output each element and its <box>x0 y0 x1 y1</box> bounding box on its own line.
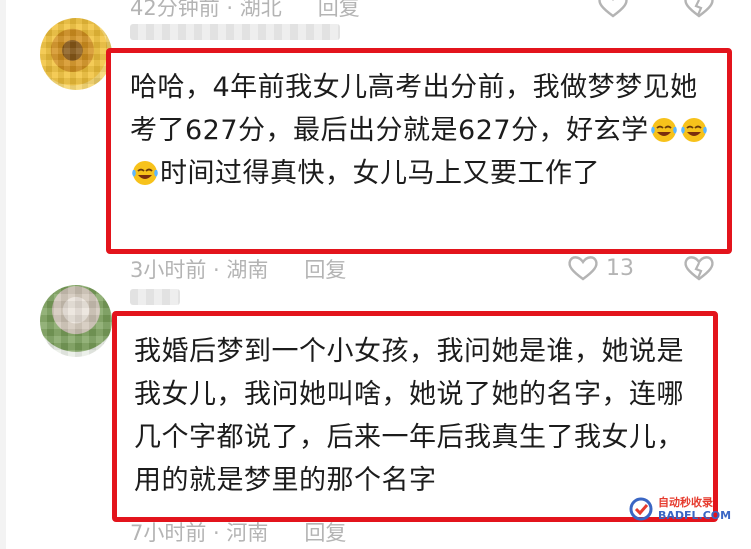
broken-heart-icon <box>684 0 714 18</box>
comment-time-location: 7小时前 · 河南 <box>130 521 269 545</box>
comment-meta-row: 3小时前 · 湖南 回复 <box>130 254 346 284</box>
heart-icon <box>568 256 598 281</box>
comment-time-location: 42分钟前 · 湖北 <box>130 0 282 20</box>
laughing-tears-emoji-icon <box>132 161 158 185</box>
comment-text: 我婚后梦到一个小女孩，我问她是谁，她说是我女儿，我问她叫啥，她说了她的名字，连哪… <box>134 336 684 496</box>
avatar[interactable] <box>40 18 112 90</box>
comment-meta-row: 42分钟前 · 湖北 回复 <box>130 0 360 22</box>
reply-button[interactable]: 回复 <box>318 0 360 22</box>
reply-button[interactable]: 回复 <box>304 517 346 547</box>
avatar[interactable] <box>40 285 112 357</box>
username-blurred <box>130 289 180 305</box>
watermark-logo-icon <box>629 497 653 521</box>
username-blurred <box>130 24 340 40</box>
broken-heart-icon <box>684 256 714 281</box>
comment-text-part: 哈哈，4年前我女儿高考出分前，我做梦梦见她考了627分，最后出分就是627分，好… <box>130 72 698 146</box>
like-button[interactable] <box>596 0 630 18</box>
reply-button[interactable]: 回复 <box>304 254 346 284</box>
site-watermark: 自动秒收录 BADFL.COM <box>628 489 748 529</box>
comment-meta-row: 7小时前 · 河南 回复 <box>130 517 346 547</box>
comment-text-part: 时间过得真快，女儿马上又要工作了 <box>160 158 600 189</box>
watermark-url: BADFL.COM <box>658 509 732 522</box>
watermark-title: 自动秒收录 <box>658 496 713 509</box>
dislike-button[interactable] <box>682 254 716 282</box>
laughing-tears-emoji-icon <box>680 118 707 142</box>
heart-icon <box>598 0 628 18</box>
like-count: 13 <box>606 255 634 281</box>
comment-time-location: 3小时前 · 湖南 <box>130 258 269 282</box>
comment-text: 哈哈，4年前我女儿高考出分前，我做梦梦见她考了627分，最后出分就是627分，好… <box>130 66 720 195</box>
like-button[interactable]: 13 <box>566 254 634 282</box>
dislike-button[interactable] <box>682 0 716 18</box>
laughing-tears-emoji-icon <box>650 118 677 142</box>
window-edge <box>0 0 6 549</box>
